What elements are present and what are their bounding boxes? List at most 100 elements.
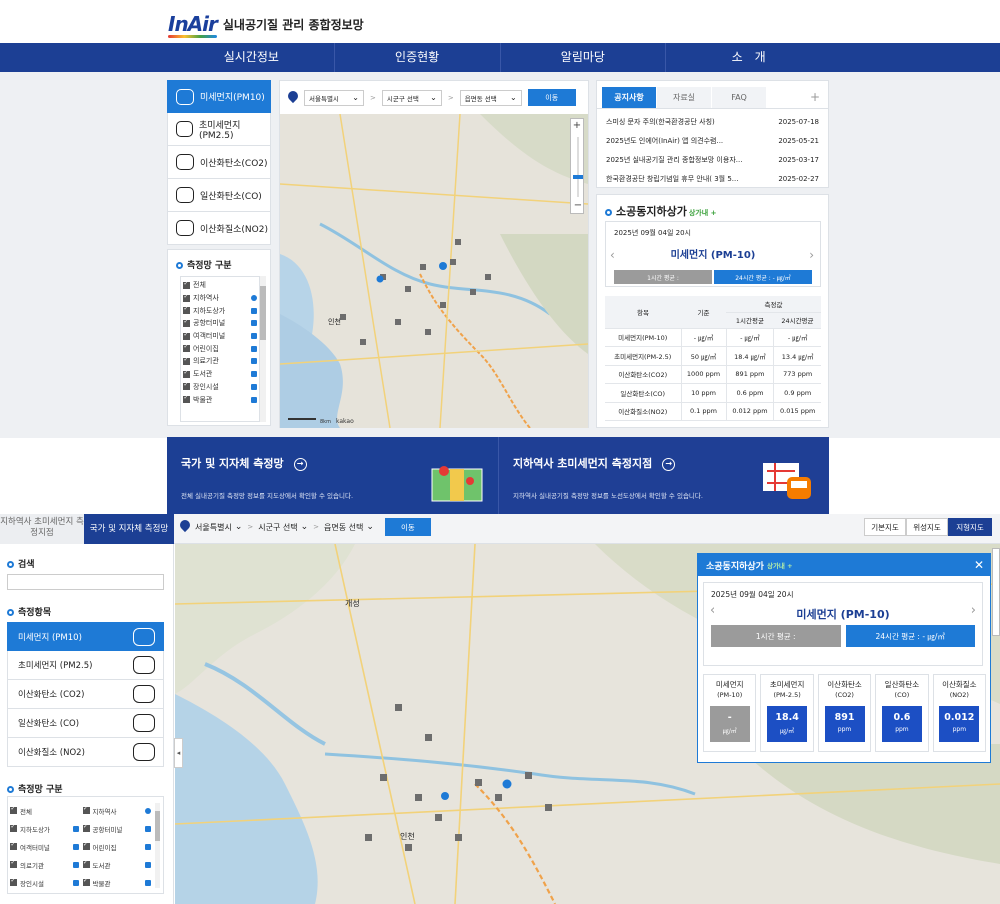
lower-check-library[interactable]: 도서관 bbox=[82, 857, 151, 872]
checkbox-icon[interactable] bbox=[82, 877, 90, 886]
banner-subway-pm[interactable]: 지하역사 초미세먼지 측정지점 → 지하역사 실내공기질 측정망 정보를 노선도상… bbox=[498, 437, 829, 514]
lower-item-pm25[interactable]: 초미세먼지 (PM2.5) bbox=[7, 651, 164, 680]
map-type-satellite[interactable]: 위성지도 bbox=[906, 518, 948, 536]
group-check-underground-mall[interactable]: 지하도상가 bbox=[183, 304, 257, 317]
tab-national-network[interactable]: 국가 및 지자체 측정망 bbox=[84, 514, 174, 544]
checkbox-icon[interactable] bbox=[10, 805, 17, 814]
group-check-medical[interactable]: 의료기관 bbox=[183, 355, 257, 368]
notice-title[interactable]: 한국환경공단 창립기념일 휴무 안내( 3월 5... bbox=[606, 174, 766, 184]
next-arrow-icon[interactable]: › bbox=[809, 248, 814, 262]
group-check-ferry[interactable]: 여객터미널 bbox=[183, 330, 257, 343]
banner-national-network[interactable]: 국가 및 지자체 측정망 → 전체 실내공기질 측정망 정보를 지도상에서 확인할… bbox=[167, 437, 498, 514]
station-tag[interactable]: 상가내 + bbox=[689, 209, 717, 217]
checkbox-icon[interactable] bbox=[82, 823, 90, 832]
lower-check-airport[interactable]: 공항터미널 bbox=[82, 821, 151, 836]
group-check-museum[interactable]: 박물관 bbox=[183, 393, 257, 406]
menu-item-pm10[interactable]: 미세먼지(PM10) bbox=[167, 80, 271, 113]
notice-row[interactable]: 한국환경공단 창립기념일 휴무 안내( 3월 5... 2025-02-27 bbox=[597, 169, 828, 188]
sido-select[interactable]: 서울특별시 bbox=[304, 89, 364, 106]
close-icon[interactable]: ✕ bbox=[974, 558, 984, 572]
zoom-out-button[interactable]: − bbox=[571, 199, 585, 213]
checkbox-icon[interactable] bbox=[183, 356, 190, 365]
lower-check-underground-mall[interactable]: 지하도상가 bbox=[10, 821, 79, 836]
menu-item-co2[interactable]: 이산화탄소(CO2) bbox=[167, 146, 271, 179]
popup-station-tag[interactable]: 상가내 + bbox=[767, 560, 793, 570]
lower-item-co[interactable]: 일산화탄소 (CO) bbox=[7, 709, 164, 738]
group-scrollbar[interactable] bbox=[260, 276, 266, 422]
tab-notice[interactable]: 공지사항 bbox=[602, 87, 656, 108]
lower-check-medical[interactable]: 의료기관 bbox=[10, 857, 79, 872]
emd-select[interactable]: 읍면동 선택 bbox=[459, 89, 522, 106]
nav-certification[interactable]: 인증현황 bbox=[335, 43, 501, 72]
inair-logo[interactable]: InAir bbox=[168, 12, 218, 38]
prev-arrow-icon[interactable]: ‹ bbox=[710, 603, 715, 618]
banner-title[interactable]: 국가 및 지자체 측정망 bbox=[181, 457, 284, 470]
checkbox-icon[interactable] bbox=[183, 343, 190, 353]
notice-title[interactable]: 스미싱 문자 주의(한국환경공단 사칭) bbox=[606, 117, 766, 127]
checkbox-icon[interactable] bbox=[183, 305, 190, 315]
menu-item-no2[interactable]: 이산화질소(NO2) bbox=[167, 212, 271, 245]
group-check-all[interactable]: 전체 bbox=[183, 279, 257, 292]
map-canvas[interactable]: 인천 8km kakao + − bbox=[280, 114, 588, 428]
menu-item-pm25[interactable]: 초미세먼지(PM2.5) bbox=[167, 113, 271, 146]
checkbox-icon[interactable] bbox=[82, 841, 90, 850]
tab-subway-pm[interactable]: 지하역사 초미세먼지 측정지점 bbox=[0, 514, 84, 544]
lower-item-pm10[interactable]: 미세먼지 (PM10) bbox=[7, 622, 164, 651]
more-plus-icon[interactable]: + bbox=[810, 87, 820, 108]
scrollbar-thumb[interactable] bbox=[260, 286, 266, 340]
checkbox-icon[interactable] bbox=[82, 859, 90, 868]
zoom-in-button[interactable]: + bbox=[571, 119, 583, 133]
checkbox-icon[interactable] bbox=[183, 318, 190, 327]
checkbox-icon[interactable] bbox=[10, 841, 17, 850]
group-check-subway[interactable]: 지하역사 bbox=[183, 292, 257, 305]
group-check-airport[interactable]: 공항터미널 bbox=[183, 317, 257, 330]
zoom-track[interactable] bbox=[577, 137, 579, 197]
notice-title[interactable]: 2025년도 인에어(InAir) 앱 의견수렴... bbox=[606, 136, 766, 146]
checkbox-icon[interactable] bbox=[10, 877, 17, 886]
lower-check-all[interactable]: 전체 bbox=[10, 803, 79, 818]
checkbox-icon[interactable] bbox=[183, 369, 190, 378]
site-title[interactable]: 실내공기질 관리 종합정보망 bbox=[223, 16, 364, 33]
checkbox-icon[interactable] bbox=[82, 805, 90, 814]
map-type-terrain[interactable]: 지형지도 bbox=[948, 518, 992, 536]
checkbox-icon[interactable] bbox=[183, 381, 190, 391]
lower-check-ferry[interactable]: 여객터미널 bbox=[10, 839, 79, 854]
notice-row[interactable]: 스미싱 문자 주의(한국환경공단 사칭) 2025-07-18 bbox=[597, 112, 828, 131]
group-check-daycare[interactable]: 어린이집 bbox=[183, 342, 257, 355]
sigungu-select[interactable]: 시군구 선택 bbox=[381, 89, 442, 106]
arrow-right-circle-icon[interactable]: → bbox=[662, 457, 676, 471]
group-check-library[interactable]: 도서관 bbox=[183, 368, 257, 381]
site-logo[interactable]: InAir 실내공기질 관리 종합정보망 bbox=[168, 12, 364, 38]
group-check-elderly[interactable]: 장인시설 bbox=[183, 381, 257, 394]
nav-realtime[interactable]: 실시간정보 bbox=[169, 43, 335, 72]
lower-item-no2[interactable]: 이산화질소 (NO2) bbox=[7, 738, 164, 767]
checkbox-icon[interactable] bbox=[10, 859, 17, 868]
lower-check-museum[interactable]: 박물관 bbox=[82, 875, 151, 890]
menu-item-co[interactable]: 일산화탄소(CO) bbox=[167, 179, 271, 212]
notice-title[interactable]: 2025년 실내공기질 관리 종합정보망 이용자... bbox=[606, 155, 766, 165]
tab-archive[interactable]: 자료실 bbox=[657, 87, 711, 108]
notice-row[interactable]: 2025년 실내공기질 관리 종합정보망 이용자... 2025-03-17 bbox=[597, 150, 828, 169]
zoom-slider-handle[interactable] bbox=[573, 175, 583, 179]
lower-check-subway[interactable]: 지하역사 bbox=[82, 803, 151, 818]
checkbox-icon[interactable] bbox=[183, 331, 190, 340]
tab-faq[interactable]: FAQ bbox=[712, 87, 766, 108]
notice-row[interactable]: 2025년도 인에어(InAir) 앱 의견수렴... 2025-05-21 bbox=[597, 131, 828, 150]
arrow-right-circle-icon[interactable]: → bbox=[293, 457, 307, 471]
checkbox-icon[interactable] bbox=[10, 823, 17, 832]
lower-sido-select[interactable]: 서울특별시 bbox=[195, 522, 242, 533]
lower-sigungu-select[interactable]: 시군구 선택 bbox=[258, 522, 308, 533]
checkbox-icon[interactable] bbox=[183, 280, 190, 289]
map-type-basic[interactable]: 기본지도 bbox=[864, 518, 906, 536]
nav-notice[interactable]: 알림마당 bbox=[501, 43, 667, 72]
lower-item-co2[interactable]: 이산화탄소 (CO2) bbox=[7, 680, 164, 709]
checkbox-icon[interactable] bbox=[183, 394, 190, 404]
checkbox-icon[interactable] bbox=[183, 293, 190, 302]
scrollbar-thumb[interactable] bbox=[155, 811, 160, 841]
go-button[interactable]: 이동 bbox=[527, 89, 576, 106]
lower-go-button[interactable]: 이동 bbox=[384, 518, 431, 536]
lower-check-elderly[interactable]: 장인시설 bbox=[10, 875, 79, 890]
banner-title[interactable]: 지하역사 초미세먼지 측정지점 bbox=[513, 457, 652, 470]
lower-emd-select[interactable]: 읍면동 선택 bbox=[324, 522, 374, 533]
sidebar-collapse-toggle[interactable]: ◂ bbox=[174, 738, 183, 768]
